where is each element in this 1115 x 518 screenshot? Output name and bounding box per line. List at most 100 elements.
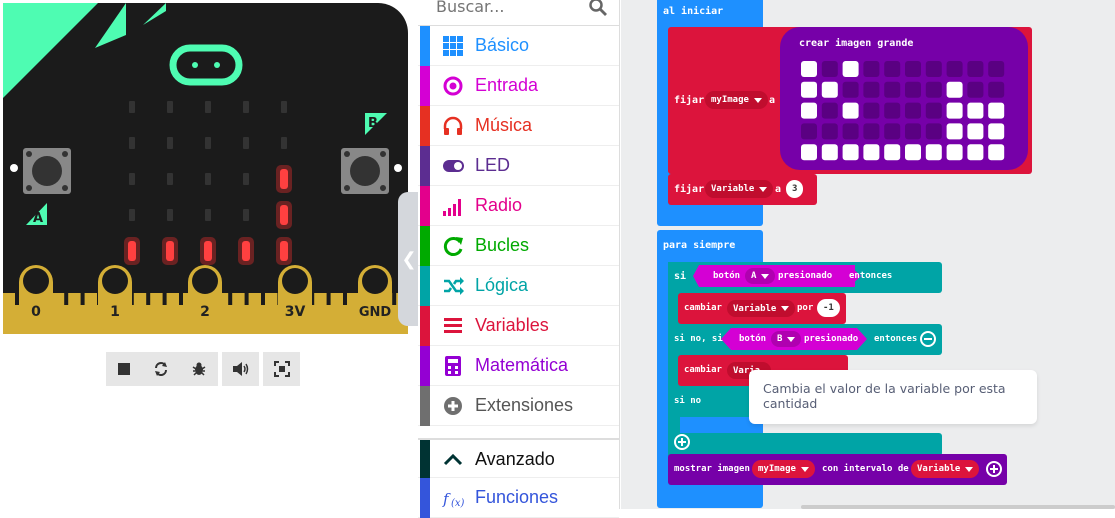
toolbox-category-led[interactable]: LED bbox=[418, 146, 619, 186]
pixel-on[interactable] bbox=[863, 144, 880, 161]
led-on bbox=[280, 169, 288, 189]
collapse-simulator-button[interactable]: ❮ bbox=[398, 192, 420, 326]
pixel-off[interactable] bbox=[842, 123, 859, 140]
pixel-off[interactable] bbox=[863, 123, 880, 140]
category-color-bar bbox=[420, 146, 430, 186]
change-variable-dropdown-1[interactable]: Variable bbox=[727, 300, 796, 317]
toolbox-search bbox=[418, 0, 619, 26]
pixel-on[interactable] bbox=[801, 81, 817, 98]
pixel-on[interactable] bbox=[946, 102, 963, 119]
pixel-on[interactable] bbox=[842, 61, 859, 77]
led-off bbox=[243, 137, 249, 149]
stop-button[interactable] bbox=[106, 352, 142, 386]
toolbox-category-entrada[interactable]: Entrada bbox=[418, 66, 619, 106]
toolbox-category-variables[interactable]: Variables bbox=[418, 306, 619, 346]
button-a-dropdown[interactable]: A bbox=[745, 268, 776, 284]
pixel-on[interactable] bbox=[925, 144, 942, 161]
pixel-on[interactable] bbox=[821, 81, 838, 98]
blocks-workspace[interactable]: al iniciar fijar myImage a crear imagen … bbox=[621, 0, 1115, 509]
pixel-on[interactable] bbox=[946, 144, 963, 161]
pixel-on[interactable] bbox=[988, 144, 1005, 161]
pixel-off[interactable] bbox=[842, 81, 859, 98]
toolbox-category-música[interactable]: Música bbox=[418, 106, 619, 146]
pin-1-label: 1 bbox=[110, 304, 120, 320]
number-input-neg1[interactable]: -1 bbox=[817, 299, 840, 317]
pin-GND-hole[interactable] bbox=[362, 268, 388, 294]
led-off bbox=[243, 101, 249, 113]
toolbox-category-lógica[interactable]: Lógica bbox=[418, 266, 619, 306]
pixel-on[interactable] bbox=[842, 102, 859, 119]
pixel-off[interactable] bbox=[821, 123, 838, 140]
pixel-off[interactable] bbox=[884, 123, 901, 140]
pixel-on[interactable] bbox=[905, 144, 921, 161]
pixel-on[interactable] bbox=[946, 123, 963, 140]
pixel-off[interactable] bbox=[967, 61, 984, 77]
pixel-off[interactable] bbox=[821, 102, 838, 119]
variable-dropdown[interactable]: Variable bbox=[705, 180, 774, 198]
pixel-off[interactable] bbox=[863, 61, 880, 77]
search-icon[interactable] bbox=[589, 0, 607, 16]
search-input[interactable] bbox=[436, 0, 586, 16]
pixel-off[interactable] bbox=[967, 81, 984, 98]
toolbox-category-avanzado[interactable]: Avanzado bbox=[418, 438, 619, 480]
category-label: Lógica bbox=[475, 275, 529, 295]
pixel-on[interactable] bbox=[988, 102, 1005, 119]
pixel-on[interactable] bbox=[801, 102, 817, 119]
pixel-on[interactable] bbox=[801, 144, 817, 161]
interval-variable-dropdown[interactable]: Variable bbox=[911, 460, 980, 478]
pixel-on[interactable] bbox=[967, 144, 984, 161]
image-variable-dropdown[interactable]: myImage bbox=[752, 460, 815, 478]
sound-button[interactable] bbox=[222, 352, 259, 386]
restart-button[interactable] bbox=[142, 352, 180, 386]
pixel-off[interactable] bbox=[905, 123, 921, 140]
led-off bbox=[129, 137, 135, 149]
toolbox-category-radio[interactable]: Radio bbox=[418, 186, 619, 226]
pin-0-hole[interactable] bbox=[23, 268, 49, 294]
button-b-dropdown[interactable]: B bbox=[771, 331, 802, 347]
pixel-off[interactable] bbox=[905, 102, 921, 119]
pixel-off[interactable] bbox=[884, 61, 901, 77]
led-off bbox=[205, 137, 211, 149]
pin-1-hole[interactable] bbox=[102, 268, 128, 294]
pixel-off[interactable] bbox=[925, 81, 942, 98]
toolbox-category-bucles[interactable]: Bucles bbox=[418, 226, 619, 266]
number-value: 3 bbox=[792, 184, 798, 194]
pixel-off[interactable] bbox=[988, 81, 1005, 98]
to-label: a bbox=[769, 95, 776, 106]
button-b[interactable] bbox=[341, 148, 389, 194]
pixel-on[interactable] bbox=[842, 144, 859, 161]
pixel-on[interactable] bbox=[801, 61, 817, 77]
pixel-off[interactable] bbox=[863, 102, 880, 119]
debug-icon bbox=[192, 362, 206, 376]
pixel-off[interactable] bbox=[946, 61, 963, 77]
button-a[interactable] bbox=[23, 148, 71, 194]
pixel-off[interactable] bbox=[884, 81, 901, 98]
toolbox-category-matemática[interactable]: Matemática bbox=[418, 346, 619, 386]
pixel-off[interactable] bbox=[925, 102, 942, 119]
pixel-off[interactable] bbox=[801, 123, 817, 140]
pixel-on[interactable] bbox=[967, 123, 984, 140]
variable-dropdown-myimage[interactable]: myImage bbox=[705, 91, 768, 109]
toolbox-category-básico[interactable]: Básico bbox=[418, 26, 619, 66]
debug-button[interactable] bbox=[180, 352, 218, 386]
pixel-on[interactable] bbox=[946, 81, 963, 98]
horizontal-scrollbar[interactable] bbox=[801, 505, 1115, 509]
pixel-off[interactable] bbox=[925, 61, 942, 77]
pin-2-hole[interactable] bbox=[192, 268, 218, 294]
pixel-off[interactable] bbox=[821, 61, 838, 77]
pin-3V-hole[interactable] bbox=[282, 268, 308, 294]
pixel-on[interactable] bbox=[988, 123, 1005, 140]
fullscreen-button[interactable] bbox=[263, 352, 300, 386]
pixel-on[interactable] bbox=[967, 102, 984, 119]
pixel-off[interactable] bbox=[925, 123, 942, 140]
pixel-off[interactable] bbox=[863, 81, 880, 98]
pixel-off[interactable] bbox=[884, 102, 901, 119]
pixel-on[interactable] bbox=[884, 144, 901, 161]
toolbox-category-extensiones[interactable]: Extensiones bbox=[418, 386, 619, 426]
toolbox-category-funciones[interactable]: f (x) Funciones bbox=[418, 478, 619, 518]
pixel-off[interactable] bbox=[905, 81, 921, 98]
pixel-on[interactable] bbox=[821, 144, 838, 161]
else-if-label: si no, si bbox=[674, 334, 723, 344]
pixel-off[interactable] bbox=[988, 61, 1005, 77]
pixel-off[interactable] bbox=[905, 61, 921, 77]
